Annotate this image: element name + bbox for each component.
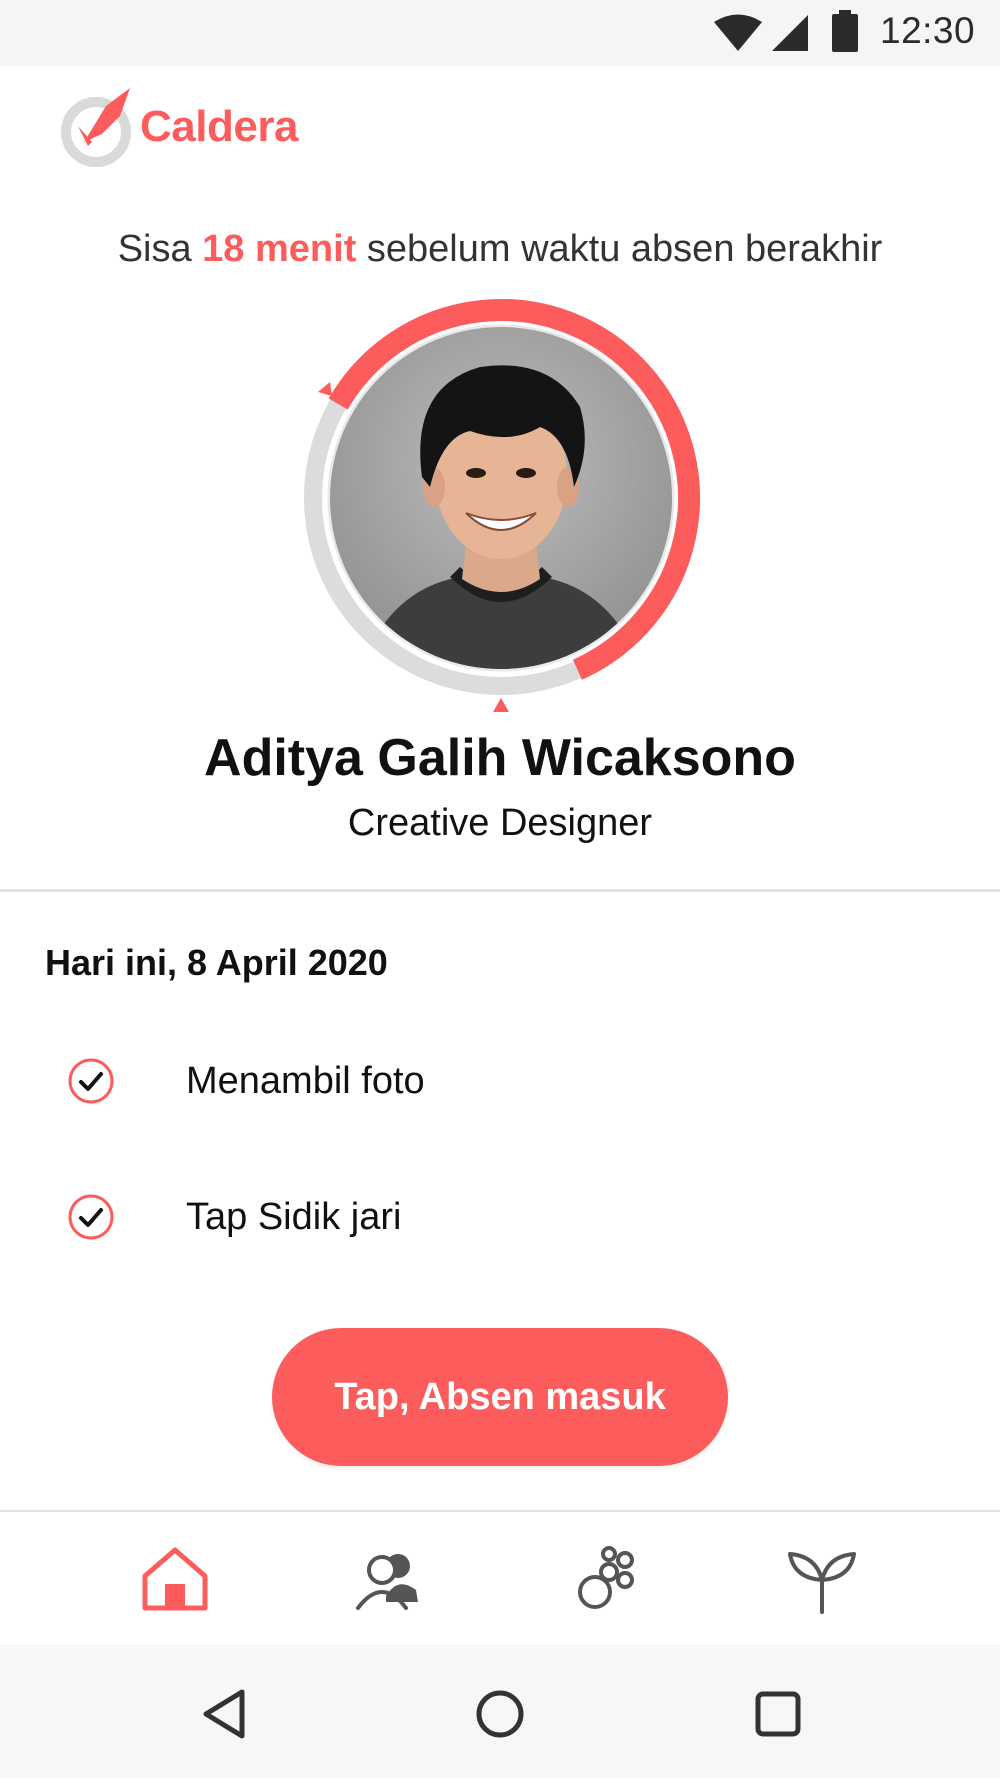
profile-avatar (330, 327, 672, 669)
home-icon (142, 1547, 208, 1611)
nav-home[interactable] (135, 1542, 215, 1614)
bottom-navigation (0, 1512, 1000, 1642)
section-divider (0, 889, 1000, 892)
plant-icon (788, 1552, 856, 1614)
task-item: Tap Sidik jari (66, 1192, 866, 1244)
progress-end-marker (493, 698, 509, 712)
wifi-icon (714, 14, 762, 51)
nav-apps[interactable] (567, 1542, 647, 1614)
task-item: Menambil foto (66, 1056, 866, 1108)
countdown-message: Sisa 18 menit sebelum waktu absen berakh… (0, 228, 1000, 271)
profile-name: Aditya Galih Wicaksono (204, 729, 796, 787)
nav-team[interactable] (350, 1542, 430, 1614)
home-circle-icon[interactable] (472, 1686, 528, 1742)
profile-role: Creative Designer (347, 802, 653, 844)
check-circle-icon (68, 1058, 114, 1104)
brand-name: Caldera (140, 102, 298, 151)
countdown-prefix: Sisa (117, 228, 203, 270)
system-navigation-bar (0, 1644, 1000, 1778)
check-circle-icon (68, 1194, 114, 1240)
time-progress-ring (295, 292, 705, 722)
recents-icon[interactable] (750, 1686, 806, 1742)
countdown-suffix: sebelum waktu absen berakhir (356, 228, 883, 270)
status-time: 12:30 (880, 10, 976, 51)
nav-growth[interactable] (782, 1542, 862, 1614)
status-bar: 12:30 (0, 0, 1000, 66)
task-label: Menambil foto (186, 1060, 425, 1102)
check-in-button[interactable]: Tap, Absen masuk (272, 1328, 728, 1466)
caldera-logo-icon (61, 88, 131, 167)
apps-icon (578, 1546, 634, 1609)
profile-photo (330, 327, 672, 669)
countdown-remaining: 18 menit (202, 228, 357, 270)
brand-logo: Caldera (58, 86, 318, 170)
task-label: Tap Sidik jari (186, 1196, 402, 1238)
back-icon[interactable] (196, 1686, 252, 1742)
team-icon (356, 1554, 418, 1610)
signal-icon (772, 15, 808, 51)
today-heading: Hari ini, 8 April 2020 (45, 942, 388, 983)
battery-icon (832, 10, 858, 52)
app-screen: 12:30 Caldera Sisa 18 menit sebelum wakt… (0, 0, 1000, 1778)
